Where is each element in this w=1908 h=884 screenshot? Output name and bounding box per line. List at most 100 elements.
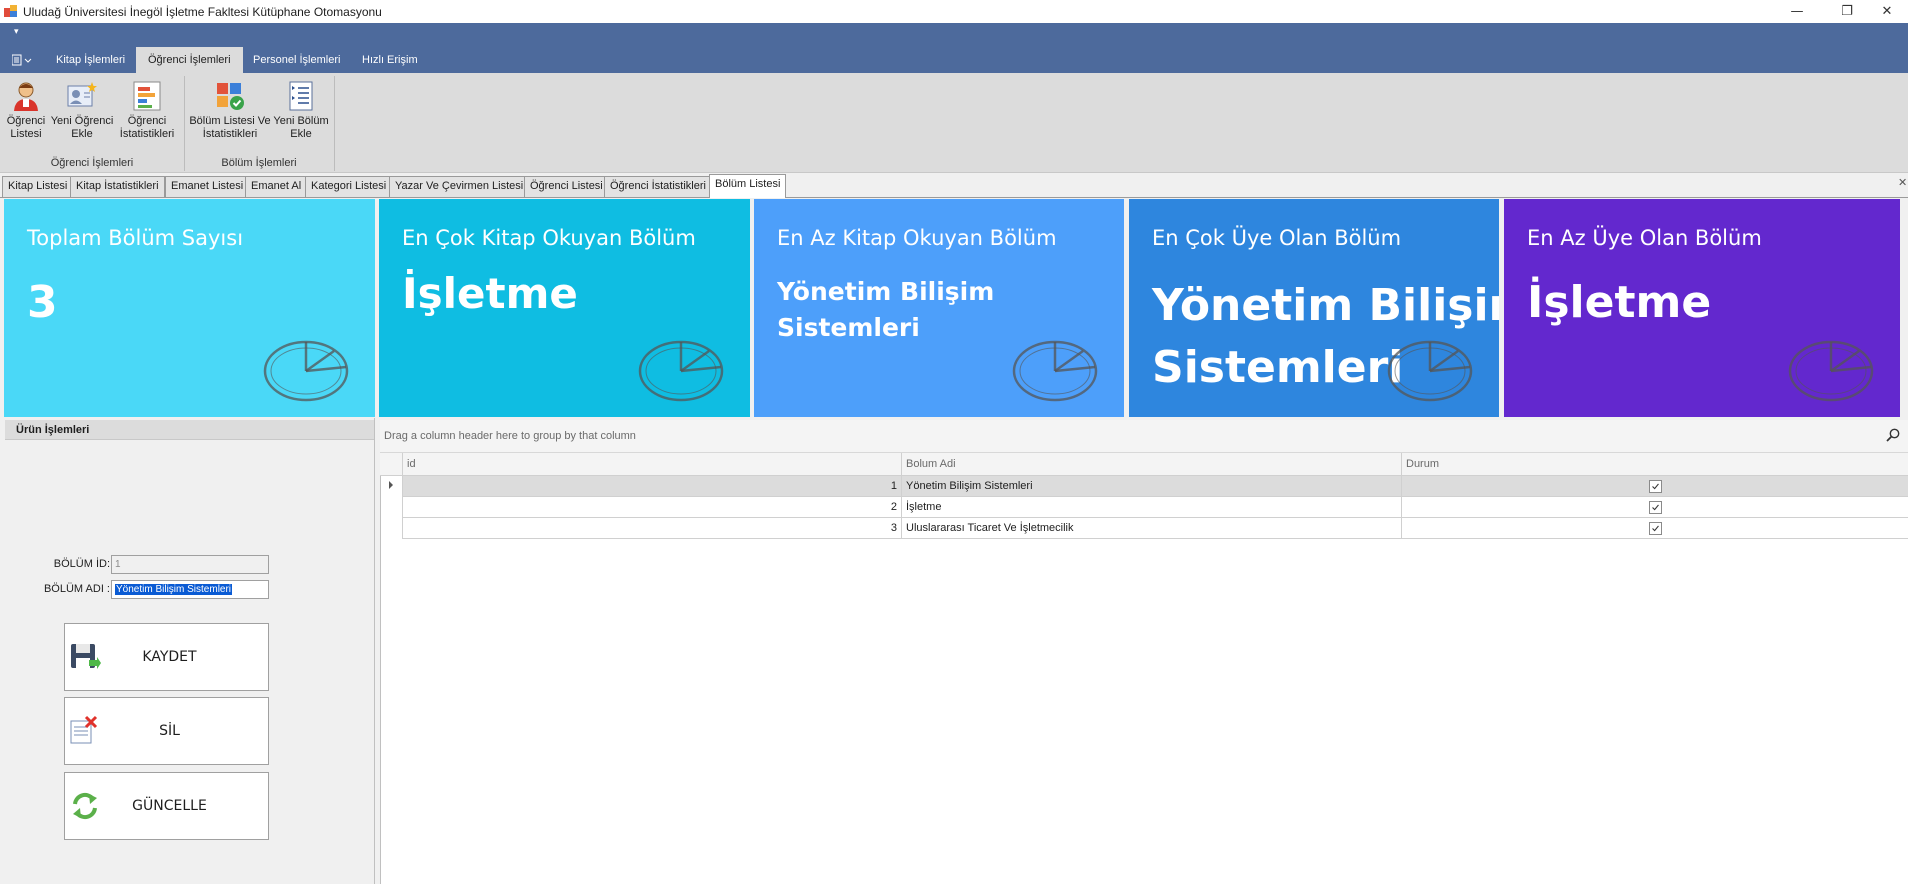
application-menu-icon[interactable] xyxy=(12,54,34,66)
tab-personel-islemleri[interactable]: Personel İşlemleri xyxy=(241,47,352,73)
pie-chart-icon xyxy=(1012,340,1098,402)
panel-title: Ürün İşlemleri xyxy=(5,420,374,440)
department-name-field[interactable]: Yönetim Bilişim Sistemleri xyxy=(111,580,269,599)
checkbox-checked-icon[interactable] xyxy=(1649,522,1662,535)
department-list-button[interactable]: Bölüm Listesi Ve İstatistikleri xyxy=(189,80,271,146)
cell-durum xyxy=(1401,518,1908,539)
cell-durum xyxy=(1401,476,1908,497)
student-list-label-2: Listesi xyxy=(10,128,42,140)
tile-value-line-1: Yönetim Bilişim xyxy=(1152,280,1499,331)
tile-value: Yönetim Bilişim Sistemleri xyxy=(777,274,994,346)
save-icon xyxy=(71,644,101,669)
tile-total-departments: Toplam Bölüm Sayısı 3 xyxy=(4,199,375,417)
tile-least-members-department: En Az Üye Olan Bölüm İşletme xyxy=(1504,199,1900,417)
table-row[interactable]: 1 Yönetim Bilişim Sistemleri xyxy=(402,476,1908,497)
title-bar: Uludağ Üniversitesi İnegöl İşletme Faklt… xyxy=(0,0,1908,23)
student-statistics-label-2: İstatistikleri xyxy=(119,128,175,140)
table-row[interactable]: 2 İşletme xyxy=(402,497,1908,518)
doc-tab-kategori-listesi[interactable]: Kategori Listesi xyxy=(305,176,393,197)
student-list-label-1: Öğrenci xyxy=(6,115,46,127)
app-icon xyxy=(4,5,17,17)
pie-chart-icon xyxy=(1387,340,1473,402)
column-header-durum[interactable]: Durum xyxy=(1401,453,1908,476)
close-button[interactable]: ✕ xyxy=(1864,0,1908,23)
save-button[interactable]: KAYDET xyxy=(64,623,269,691)
column-header-id[interactable]: id xyxy=(402,453,901,476)
tile-value: İşletme xyxy=(402,269,578,318)
delete-button[interactable]: SİL xyxy=(64,697,269,765)
cell-bolum-adi: İşletme xyxy=(901,497,1401,518)
quick-access-toolbar-dropdown[interactable]: ▾ xyxy=(14,27,19,37)
tab-kitap-islemleri[interactable]: Kitap İşlemleri xyxy=(44,47,137,73)
row-indicator-icon xyxy=(389,481,393,489)
doc-tab-bolum-listesi[interactable]: Bölüm Listesi xyxy=(709,174,787,198)
window-title: Uludağ Üniversitesi İnegöl İşletme Faklt… xyxy=(23,5,382,19)
tile-title: En Çok Üye Olan Bölüm xyxy=(1152,226,1402,250)
doc-tab-emanet-al[interactable]: Emanet Al xyxy=(245,176,308,197)
tile-value: 3 xyxy=(27,277,58,328)
student-icon xyxy=(14,82,38,111)
cell-id: 2 xyxy=(402,497,901,518)
minimize-button[interactable]: — xyxy=(1774,0,1820,23)
add-student-label-2: Ekle xyxy=(71,128,93,140)
department-id-label: BÖLÜM İD: xyxy=(53,558,110,570)
tab-hizli-erisim[interactable]: Hızlı Erişim xyxy=(350,47,430,73)
statistics-icon xyxy=(133,81,161,111)
department-id-field[interactable]: 1 xyxy=(111,555,269,574)
pie-chart-icon xyxy=(1788,340,1874,402)
tab-ogrenci-islemleri[interactable]: Öğrenci İşlemleri xyxy=(136,47,243,73)
cell-id: 1 xyxy=(402,476,901,497)
department-name-value: Yönetim Bilişim Sistemleri xyxy=(115,584,233,595)
department-name-label: BÖLÜM ADI : xyxy=(43,583,110,595)
add-department-label-1: Yeni Bölüm xyxy=(273,115,329,127)
tile-title: En Az Kitap Okuyan Bölüm xyxy=(777,226,1057,250)
update-button[interactable]: GÜNCELLE xyxy=(64,772,269,840)
update-button-label: GÜNCELLE xyxy=(132,798,207,814)
pie-chart-icon xyxy=(263,340,349,402)
tile-most-members-department: En Çok Üye Olan Bölüm Yönetim Bilişim Si… xyxy=(1129,199,1499,417)
pie-chart-icon xyxy=(638,340,724,402)
checkbox-checked-icon[interactable] xyxy=(1649,501,1662,514)
group-panel[interactable]: Drag a column header here to group by th… xyxy=(380,420,1908,453)
group-label-bolum-islemleri: Bölüm İşlemleri xyxy=(221,157,297,169)
student-statistics-button[interactable]: Öğrenci İstatistikleri xyxy=(116,80,178,146)
column-header-bolum-adi[interactable]: Bolum Adi xyxy=(901,453,1401,476)
checkbox-checked-icon[interactable] xyxy=(1649,480,1662,493)
tile-most-books-department: En Çok Kitap Okuyan Bölüm İşletme xyxy=(379,199,750,417)
tile-least-books-department: En Az Kitap Okuyan Bölüm Yönetim Bilişim… xyxy=(754,199,1124,417)
add-student-button[interactable]: Yeni Öğrenci Ekle xyxy=(50,80,114,146)
group-label-ogrenci-islemleri: Öğrenci İşlemleri xyxy=(50,157,134,169)
doc-tab-ogrenci-istatistikleri[interactable]: Öğrenci İstatistikleri xyxy=(604,176,712,197)
tile-value-line-2: Sistemleri xyxy=(777,313,920,342)
doc-tab-ogrenci-listesi[interactable]: Öğrenci Listesi xyxy=(524,176,609,197)
cell-durum xyxy=(1401,497,1908,518)
add-department-label-2: Ekle xyxy=(290,128,312,140)
table-row[interactable]: 3 Uluslararası Ticaret Ve İşletmecilik xyxy=(402,518,1908,539)
cell-bolum-adi: Uluslararası Ticaret Ve İşletmecilik xyxy=(901,518,1401,539)
department-list-label-1: Bölüm Listesi Ve xyxy=(189,115,271,127)
student-statistics-label-1: Öğrenci xyxy=(127,115,167,127)
ribbon-group-separator xyxy=(334,76,335,171)
doc-tab-kitap-listesi[interactable]: Kitap Listesi xyxy=(2,176,74,197)
add-student-icon xyxy=(67,82,97,107)
cell-bolum-adi: Yönetim Bilişim Sistemleri xyxy=(901,476,1401,497)
doc-tab-emanet-listesi[interactable]: Emanet Listesi xyxy=(165,176,250,197)
student-list-button[interactable]: Öğrenci Listesi xyxy=(4,80,48,146)
tile-value-line-1: Yönetim Bilişim xyxy=(777,277,995,306)
delete-button-label: SİL xyxy=(159,723,180,739)
doc-tab-kitap-istatistikleri[interactable]: Kitap İstatistikleri xyxy=(70,176,165,197)
delete-icon xyxy=(70,715,98,744)
tile-title: En Çok Kitap Okuyan Bölüm xyxy=(402,226,696,250)
doc-tab-yazar-ve-cevirmen-listesi[interactable]: Yazar Ve Çevirmen Listesi xyxy=(389,176,530,197)
tile-title: En Az Üye Olan Bölüm xyxy=(1527,226,1762,250)
department-list-label-2: İstatistikleri xyxy=(202,128,258,140)
add-department-button[interactable]: Yeni Bölüm Ekle xyxy=(272,80,330,146)
save-button-label: KAYDET xyxy=(142,649,197,665)
tile-title: Toplam Bölüm Sayısı xyxy=(27,226,244,250)
cell-id: 3 xyxy=(402,518,901,539)
ribbon-group-separator xyxy=(184,76,185,171)
grid-header: id Bolum Adi Durum xyxy=(380,453,1908,476)
group-panel-hint: Drag a column header here to group by th… xyxy=(384,430,636,442)
search-icon[interactable] xyxy=(1886,428,1900,442)
doc-tabs-close-icon[interactable]: ✕ xyxy=(1898,176,1907,189)
